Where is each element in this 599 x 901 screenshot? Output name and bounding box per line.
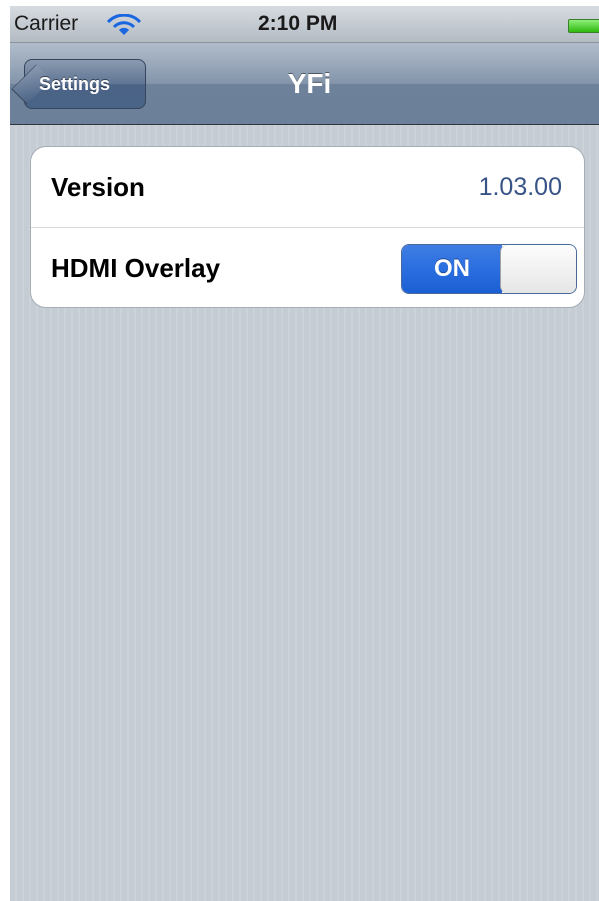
hdmi-overlay-toggle[interactable]: ON bbox=[401, 244, 577, 294]
carrier-label: Carrier bbox=[14, 12, 79, 35]
settings-group: Version 1.03.00 HDMI Overlay ON bbox=[30, 146, 585, 308]
version-label: Version bbox=[51, 172, 145, 202]
battery-icon bbox=[568, 19, 599, 33]
version-value: 1.03.00 bbox=[478, 173, 562, 201]
toggle-on-label: ON bbox=[402, 245, 502, 293]
toggle-thumb[interactable] bbox=[500, 245, 576, 293]
back-button-label: Settings bbox=[39, 74, 111, 94]
version-row: Version 1.03.00 bbox=[31, 147, 584, 228]
app-screen: Carrier 2:10 PM Settings YFi Version 1.0… bbox=[10, 6, 599, 901]
hdmi-overlay-label: HDMI Overlay bbox=[51, 253, 221, 283]
hdmi-overlay-row: HDMI Overlay ON bbox=[31, 228, 584, 308]
settings-back-button[interactable]: Settings bbox=[24, 59, 146, 109]
wifi-icon bbox=[106, 14, 142, 35]
status-time: 2:10 PM bbox=[258, 12, 338, 35]
status-bar: Carrier 2:10 PM bbox=[10, 6, 599, 43]
navigation-bar: Settings YFi bbox=[10, 43, 599, 125]
